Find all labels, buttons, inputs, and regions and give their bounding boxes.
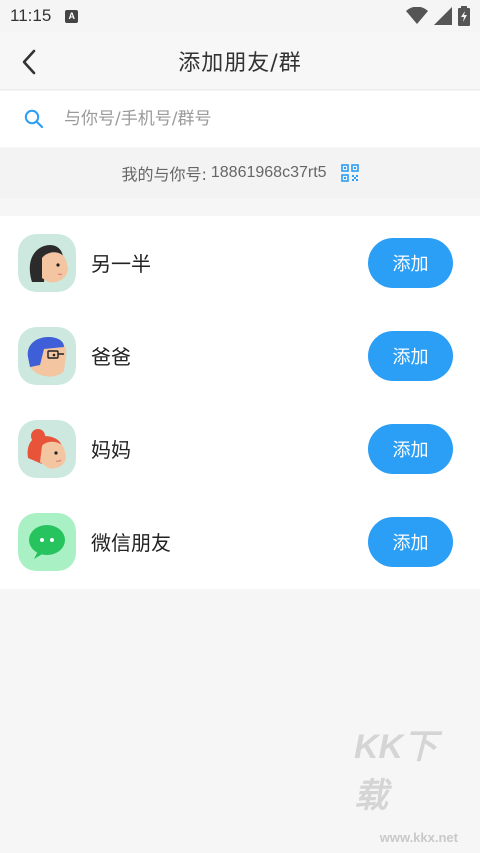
qr-code-icon[interactable] <box>340 164 359 182</box>
list-item[interactable]: 另一半 添加 <box>0 216 480 309</box>
signal-icon <box>434 7 452 25</box>
page-title: 添加朋友/群 <box>178 50 302 76</box>
search-bar[interactable] <box>0 91 480 147</box>
watermark-url: www.kkx.net <box>379 830 458 845</box>
add-button[interactable]: 添加 <box>368 237 453 288</box>
mom-avatar-icon <box>18 419 76 478</box>
status-bar: 11:15 A <box>0 0 480 32</box>
my-id-label: 我的与你号: <box>121 165 207 184</box>
my-id-value: 18861968c37rt5 <box>210 164 327 181</box>
list-item[interactable]: 妈妈 添加 <box>0 402 480 495</box>
list-item[interactable]: 爸爸 添加 <box>0 309 480 402</box>
wifi-icon <box>406 7 428 24</box>
contact-label: 爸爸 <box>91 345 131 369</box>
status-icons <box>406 6 470 26</box>
chevron-left-icon <box>22 49 36 75</box>
back-button[interactable] <box>14 46 46 78</box>
status-time: 11:15 <box>10 6 52 25</box>
dad-avatar-icon <box>18 326 76 385</box>
add-button[interactable]: 添加 <box>368 423 453 474</box>
battery-charging-icon <box>458 6 470 26</box>
contact-list: 另一半 添加 爸爸 添加 妈妈 添加 微信朋友 添加 <box>0 216 480 589</box>
contact-label: 妈妈 <box>91 438 131 462</box>
header: 添加朋友/群 <box>0 32 480 90</box>
watermark-text: KK下载 <box>354 728 438 815</box>
list-item[interactable]: 微信朋友 添加 <box>0 495 480 588</box>
wechat-avatar-icon <box>18 512 76 571</box>
search-icon <box>24 109 44 129</box>
search-input[interactable] <box>64 109 444 129</box>
watermark: KK下载 www.kkx.net <box>354 728 474 853</box>
contact-label: 微信朋友 <box>91 531 171 555</box>
add-button[interactable]: 添加 <box>368 516 453 567</box>
woman-avatar-icon <box>18 233 76 292</box>
contact-label: 另一半 <box>91 252 151 276</box>
my-id-row: 我的与你号: 18861968c37rt5 <box>0 148 480 198</box>
a-icon: A <box>65 9 79 23</box>
add-button[interactable]: 添加 <box>368 330 453 381</box>
